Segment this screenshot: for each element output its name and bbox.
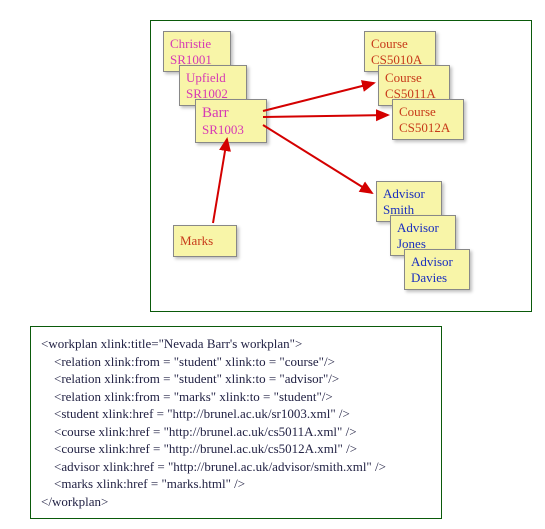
advisor-label: Advisor [411,254,463,270]
marks-card: Marks [173,225,237,257]
code-line: <relation xlink:from = "student" xlink:t… [41,371,339,386]
course-label: Course [371,36,429,52]
entity-diagram: Christie SR1001 Upfield SR1002 Barr SR10… [150,20,532,312]
course-label: Course [385,70,443,86]
course-card-cs5012a: Course CS5012A [392,99,464,140]
arrow-student-advisor [263,125,372,193]
marks-label: Marks [180,233,213,249]
student-name: Barr [202,104,260,122]
student-id: SR1003 [202,122,260,138]
advisor-card-davies: Advisor Davies [404,249,470,290]
code-line: <advisor xlink:href = "http://brunel.ac.… [41,459,386,474]
advisor-label: Advisor [397,220,449,236]
code-line: </workplan> [41,494,108,509]
code-line: <workplan xlink:title="Nevada Barr's wor… [41,336,302,351]
advisor-label: Advisor [383,186,435,202]
code-line: <relation xlink:from = "student" xlink:t… [41,354,335,369]
student-card-barr: Barr SR1003 [195,99,267,143]
xml-code-block: <workplan xlink:title="Nevada Barr's wor… [30,326,442,519]
code-line: <marks xlink:href = "marks.html" /> [41,476,245,491]
student-name: Upfield [186,70,240,86]
arrow-student-course [263,83,374,111]
code-line: <course xlink:href = "http://brunel.ac.u… [41,424,357,439]
course-label: Course [399,104,457,120]
code-line: <student xlink:href = "http://brunel.ac.… [41,406,350,421]
code-line: <course xlink:href = "http://brunel.ac.u… [41,441,357,456]
advisor-name: Davies [411,270,463,286]
code-line: <relation xlink:from = "marks" xlink:to … [41,389,333,404]
arrow-student-course [263,115,388,117]
student-name: Christie [170,36,224,52]
arrow-marks-student [213,139,227,223]
course-id: CS5012A [399,120,457,136]
